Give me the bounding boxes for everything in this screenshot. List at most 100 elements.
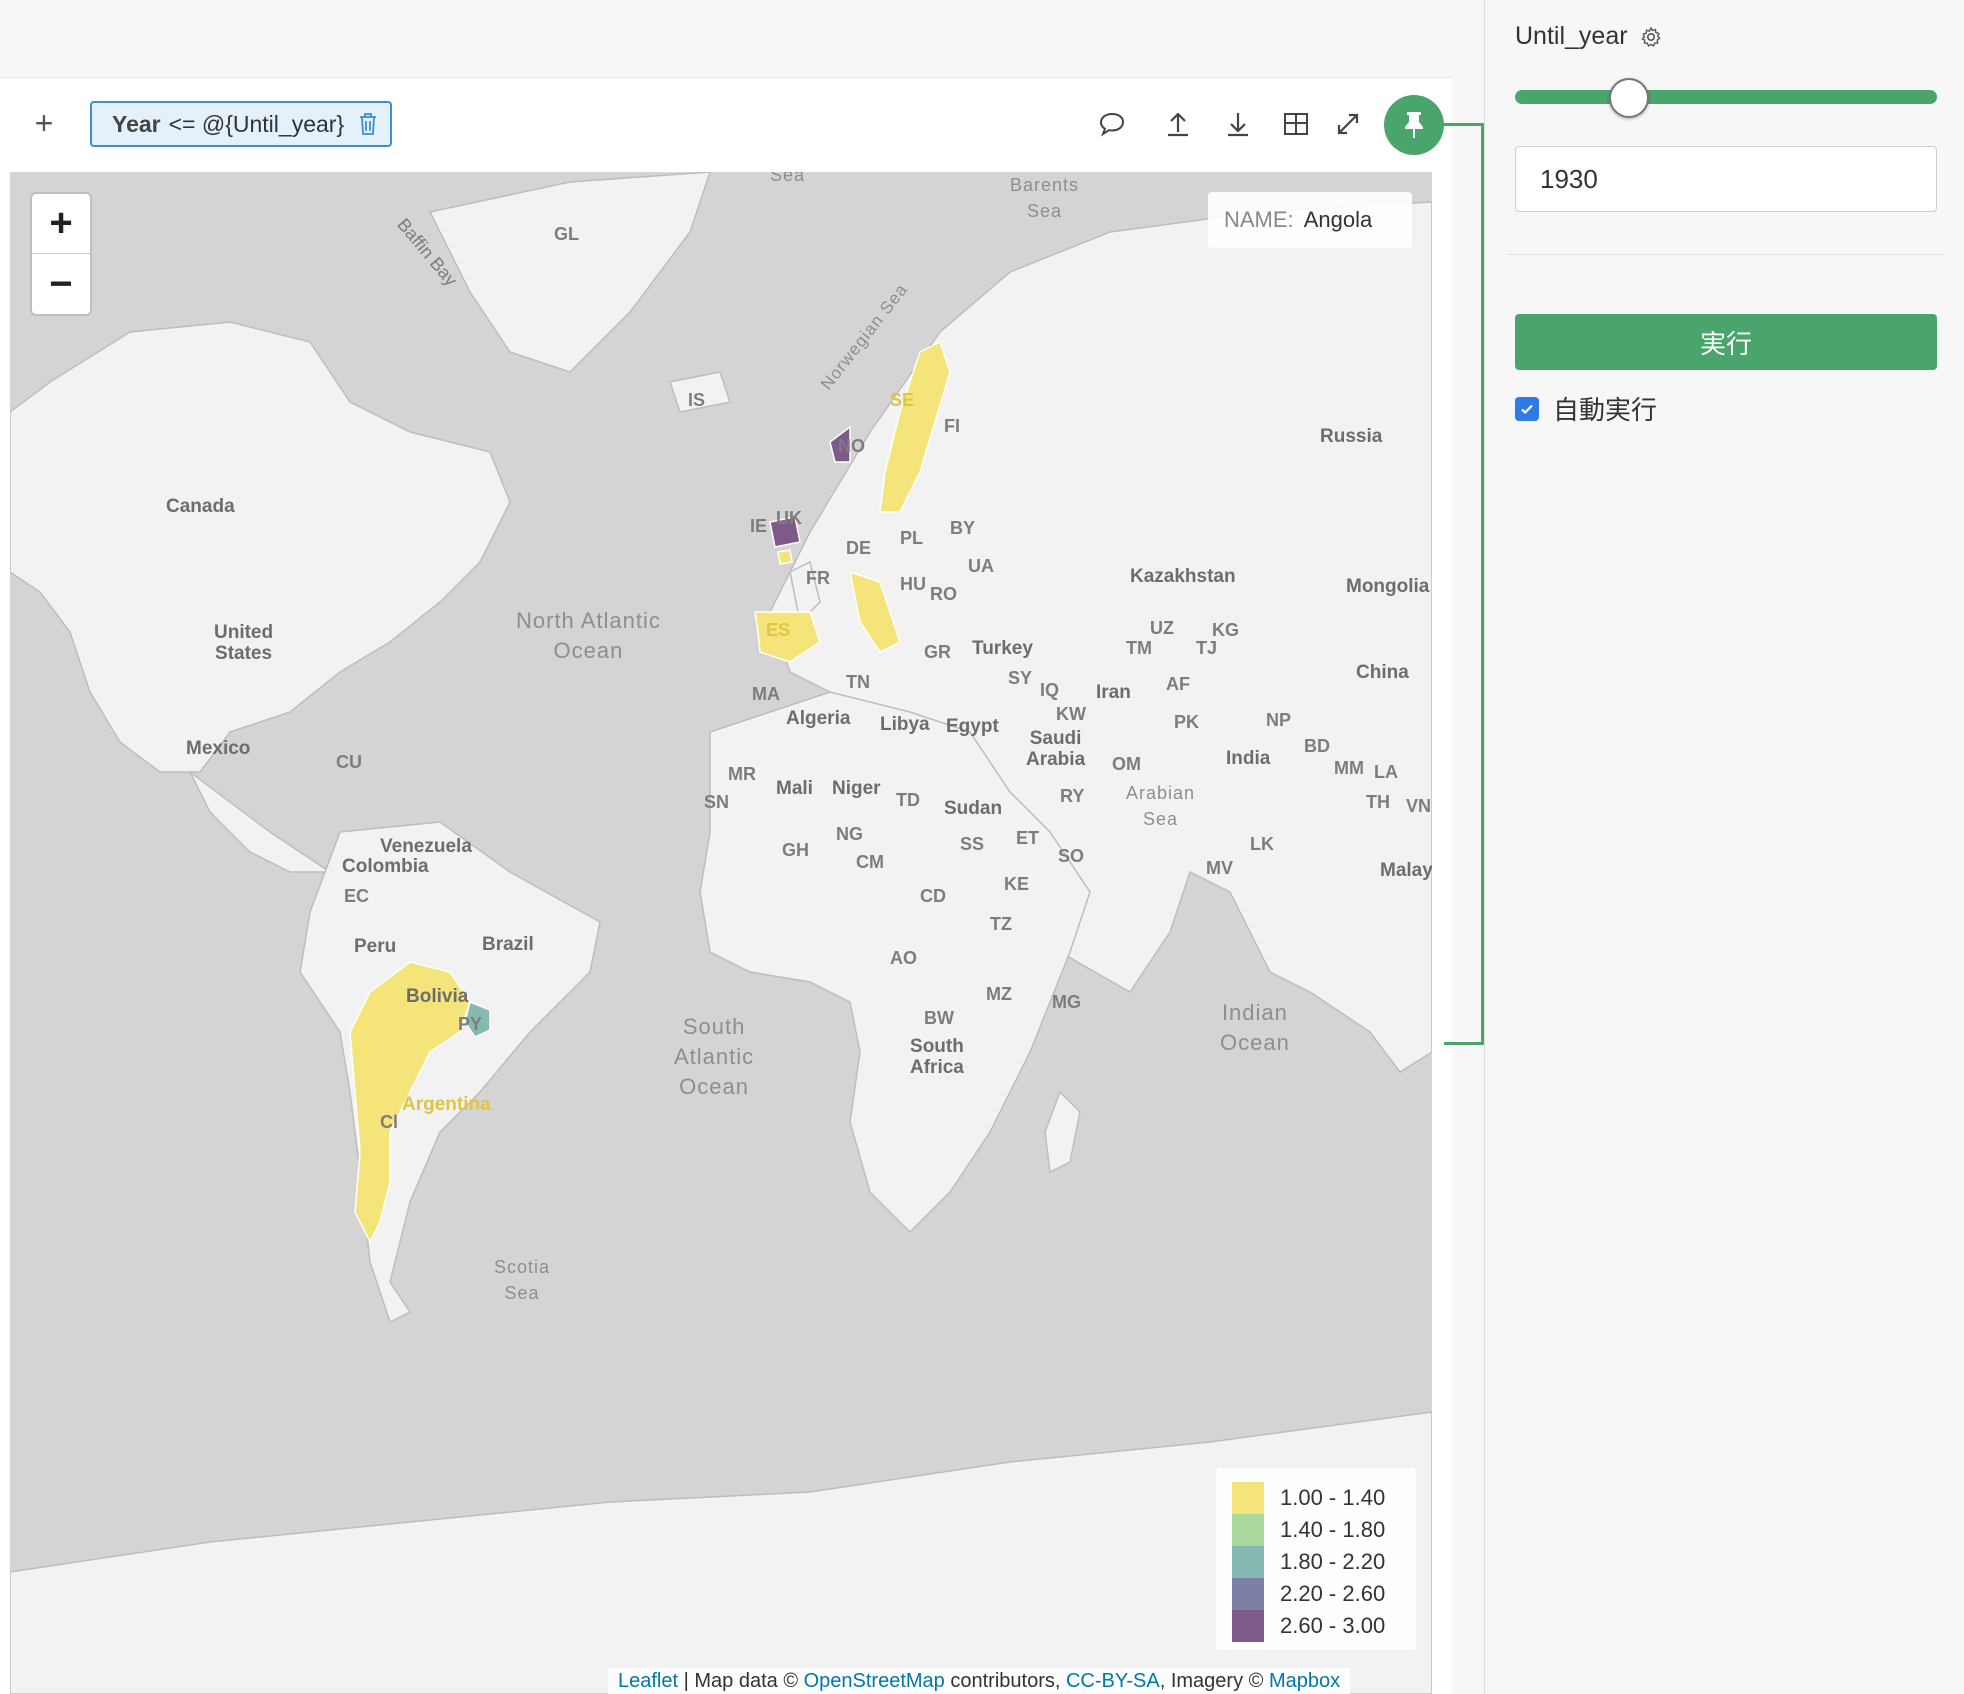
label-de: DE	[846, 538, 872, 558]
label-mr: MR	[728, 764, 756, 784]
label-mali: Mali	[776, 778, 813, 799]
label-hu: HU	[900, 574, 926, 594]
legend-item: 1.80 - 2.20	[1232, 1546, 1400, 1578]
label-argentina: Argentina	[402, 1094, 491, 1115]
filter-field: Year	[112, 110, 161, 137]
label-scotia: Scotia Sea	[494, 1257, 551, 1303]
zoom-out-button[interactable]: −	[32, 254, 90, 314]
label-sudan: Sudan	[944, 798, 1003, 819]
map-view[interactable]: GL Baffin Bay Barents Sea Norwegian Sea …	[10, 172, 1432, 1694]
label-venezuela: Venezuela	[380, 836, 472, 857]
label-gl: GL	[554, 224, 579, 244]
table-icon[interactable]	[1276, 104, 1316, 144]
year-slider-track[interactable]	[1515, 90, 1937, 104]
label-canada: Canada	[166, 496, 235, 517]
label-ng: NG	[836, 824, 863, 844]
year-input[interactable]	[1515, 146, 1937, 212]
label-cm: CM	[856, 852, 884, 872]
add-filter-button[interactable]: +	[28, 107, 60, 140]
comment-icon[interactable]	[1092, 104, 1132, 144]
label-ec: EC	[344, 886, 370, 906]
label-tn: TN	[846, 672, 870, 692]
legend-swatch	[1232, 1578, 1264, 1610]
attribution-text-2: contributors,	[944, 1670, 1066, 1692]
label-ro: RO	[930, 584, 957, 604]
trash-icon[interactable]	[358, 112, 378, 136]
info-value: Angola	[1303, 207, 1373, 232]
label-algeria: Algeria	[786, 708, 851, 729]
label-np: NP	[1266, 710, 1292, 730]
map-base	[10, 172, 1432, 1694]
label-niger: Niger	[832, 778, 881, 799]
gear-icon[interactable]	[1640, 26, 1662, 48]
label-sy: SY	[1008, 668, 1033, 688]
label-bolivia: Bolivia	[406, 986, 469, 1007]
legend-swatch	[1232, 1482, 1264, 1514]
label-egypt: Egypt	[946, 716, 999, 737]
pin-connector	[1444, 123, 1484, 1045]
pin-button[interactable]	[1384, 95, 1444, 155]
year-slider-handle[interactable]	[1609, 78, 1649, 118]
download-icon[interactable]	[1218, 104, 1258, 144]
label-indian: Indian Ocean	[1220, 1000, 1290, 1055]
label-cl: Cl	[380, 1112, 398, 1132]
label-china: China	[1356, 662, 1409, 683]
label-mv: MV	[1206, 858, 1233, 878]
label-uk: UK	[776, 508, 802, 528]
legend-item: 2.60 - 3.00	[1232, 1610, 1400, 1642]
main-pane: + Year <= @{Until_year} GL Baffin Bay Ba…	[0, 0, 1484, 1694]
legend-label: 1.40 - 1.80	[1280, 1517, 1386, 1542]
param-header: Until_year	[1515, 22, 1662, 51]
label-et: ET	[1016, 828, 1040, 848]
hover-info: NAME: Angola	[1208, 192, 1412, 248]
label-south-atlantic: South Atlantic Ocean	[674, 1014, 755, 1099]
label-la: LA	[1374, 762, 1398, 782]
label-so: SO	[1058, 846, 1085, 866]
attribution-text-3: , Imagery ©	[1159, 1670, 1269, 1692]
label-barents: Barents Sea	[1010, 175, 1080, 221]
filter-chip[interactable]: Year <= @{Until_year}	[90, 101, 392, 147]
label-north-atlantic: North Atlantic Ocean	[516, 608, 661, 663]
label-py: PY	[458, 1014, 483, 1034]
label-ke: KE	[1004, 874, 1030, 894]
label-sn: SN	[704, 792, 730, 812]
label-ma: MA	[752, 684, 780, 704]
label-mexico: Mexico	[186, 738, 251, 759]
legend-item: 1.40 - 1.80	[1232, 1514, 1400, 1546]
label-se: SE	[890, 390, 915, 410]
legend-swatch	[1232, 1514, 1264, 1546]
label-th: TH	[1366, 792, 1390, 812]
run-button[interactable]: 実行	[1515, 314, 1937, 370]
expand-icon[interactable]	[1328, 104, 1368, 144]
label-es: ES	[766, 620, 791, 640]
filter-expression: <= @{Until_year}	[168, 110, 345, 137]
auto-run-checkbox[interactable]	[1515, 396, 1539, 421]
leaflet-link[interactable]: Leaflet	[618, 1670, 678, 1692]
label-mm: MM	[1334, 758, 1364, 778]
label-cd: CD	[920, 886, 946, 906]
zoom-in-button[interactable]: +	[32, 194, 90, 254]
label-mongolia: Mongolia	[1346, 576, 1430, 597]
auto-run-row[interactable]: 自動実行	[1515, 390, 1657, 427]
label-sea-top: Sea	[770, 172, 806, 185]
label-colombia: Colombia	[342, 856, 429, 877]
label-lk: LK	[1250, 834, 1274, 854]
label-bd: BD	[1304, 736, 1330, 756]
label-peru: Peru	[354, 936, 397, 957]
label-kazakhstan: Kazakhstan	[1130, 566, 1236, 587]
param-name: Until_year	[1515, 22, 1628, 50]
label-iq: IQ	[1040, 680, 1060, 700]
label-russia: Russia	[1320, 426, 1383, 447]
label-om: OM	[1112, 754, 1141, 774]
legend-swatch	[1232, 1546, 1264, 1578]
upload-icon[interactable]	[1158, 104, 1198, 144]
mapbox-link[interactable]: Mapbox	[1269, 1670, 1340, 1692]
map-legend: 1.00 - 1.40 1.40 - 1.80 1.80 - 2.20 2.20…	[1216, 1468, 1416, 1650]
license-link[interactable]: CC-BY-SA	[1066, 1670, 1160, 1692]
auto-run-label: 自動実行	[1553, 395, 1658, 425]
panel-divider	[1507, 254, 1943, 255]
check-icon	[1519, 401, 1535, 417]
label-ss: SS	[960, 834, 985, 854]
osm-link[interactable]: OpenStreetMap	[804, 1670, 945, 1692]
label-gr: GR	[924, 642, 951, 662]
